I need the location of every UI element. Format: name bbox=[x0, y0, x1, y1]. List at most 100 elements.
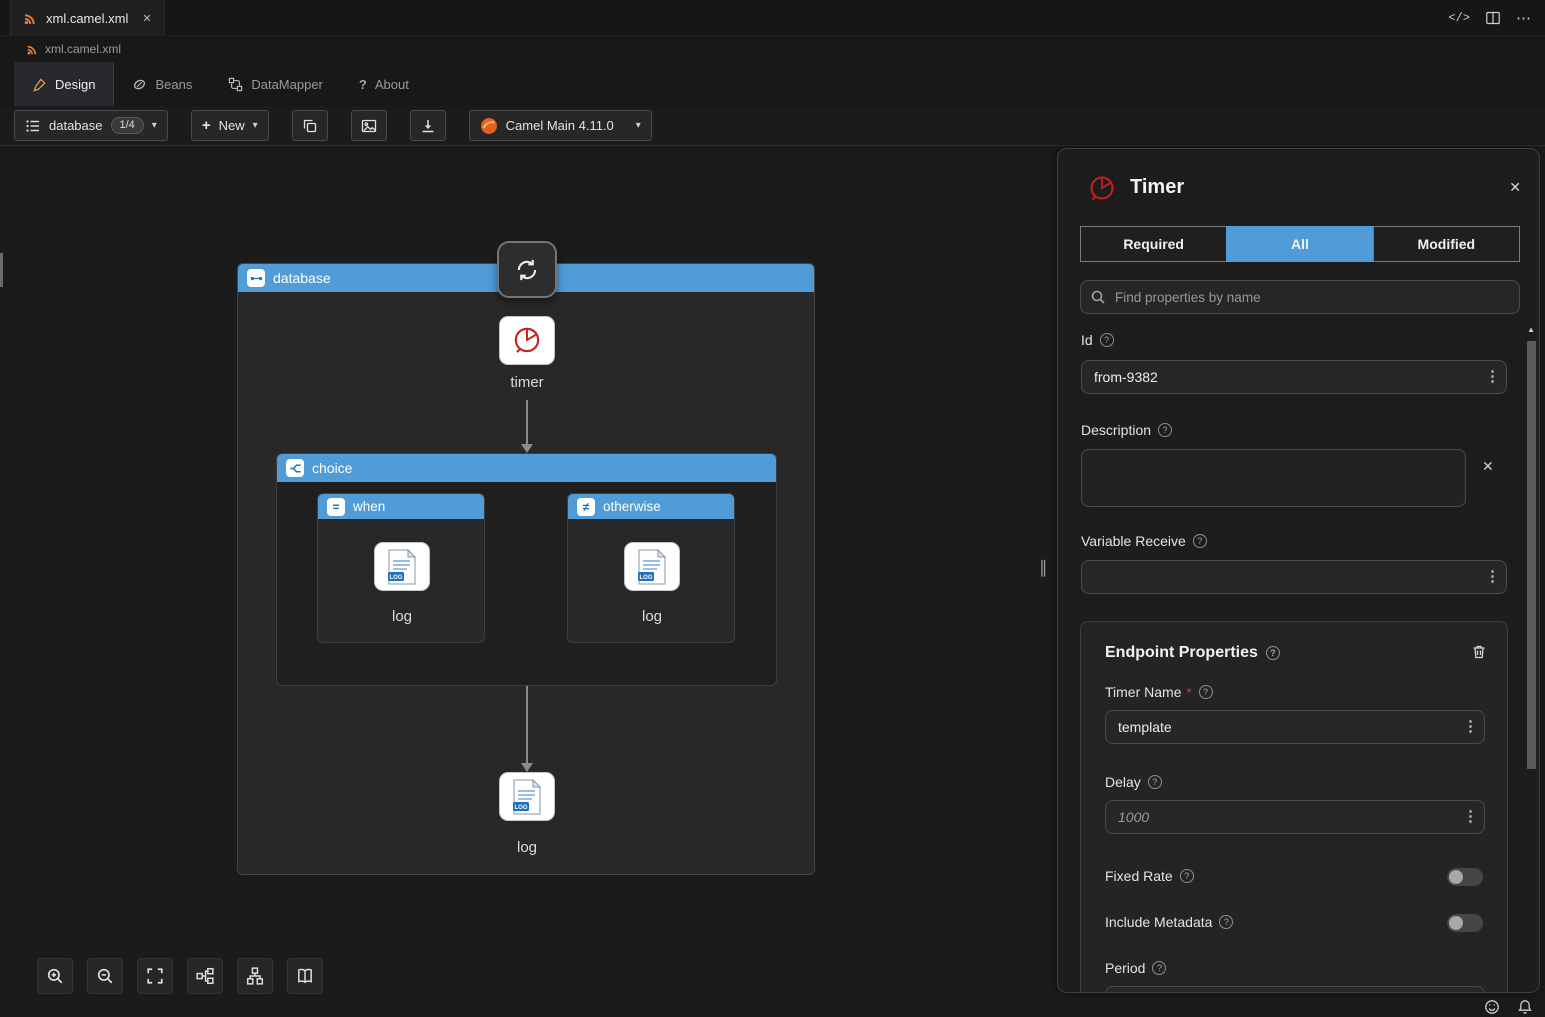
zoom-out-button[interactable] bbox=[87, 958, 123, 994]
group-choice-label: choice bbox=[312, 460, 352, 476]
flow-canvas[interactable]: database timer bbox=[0, 146, 1545, 1017]
property-search-input[interactable] bbox=[1080, 280, 1520, 314]
node-log-otherwise[interactable]: LOG bbox=[624, 542, 680, 591]
help-icon[interactable]: ? bbox=[1100, 333, 1114, 347]
tab-datamapper[interactable]: DataMapper bbox=[210, 62, 341, 106]
fixed-rate-field-label: Fixed Rate ? bbox=[1105, 868, 1194, 884]
variable-receive-input[interactable] bbox=[1081, 560, 1507, 594]
variable-receive-label-text: Variable Receive bbox=[1081, 533, 1186, 549]
horizontal-layout-button[interactable] bbox=[187, 958, 223, 994]
edge-arrowhead bbox=[521, 763, 533, 772]
timer-name-input[interactable] bbox=[1105, 710, 1485, 744]
fit-to-screen-button[interactable] bbox=[137, 958, 173, 994]
image-icon bbox=[361, 118, 377, 134]
otherwise-icon: ≠ bbox=[577, 498, 595, 516]
help-icon[interactable]: ? bbox=[1158, 423, 1172, 437]
fixed-rate-toggle[interactable] bbox=[1447, 868, 1483, 886]
timer-icon bbox=[1086, 173, 1118, 208]
copy-route-button[interactable] bbox=[292, 110, 328, 141]
kebab-menu-icon[interactable]: ⋮ bbox=[1485, 368, 1500, 386]
required-indicator: * bbox=[1187, 685, 1192, 700]
node-log-when[interactable]: LOG bbox=[374, 542, 430, 591]
export-image-button[interactable] bbox=[351, 110, 387, 141]
chevron-down-icon: ▾ bbox=[152, 120, 157, 131]
chevron-down-icon: ▾ bbox=[253, 120, 258, 131]
chevron-down-icon: ▾ bbox=[636, 120, 641, 131]
editor-tab-xml-camel[interactable]: xml.camel.xml ✕ bbox=[10, 0, 165, 36]
catalog-button[interactable] bbox=[287, 958, 323, 994]
flow-selector-button[interactable]: database 1/4 ▾ bbox=[14, 110, 168, 141]
group-otherwise-header[interactable]: ≠ otherwise bbox=[568, 494, 734, 519]
timer-name-field: ⋮ bbox=[1105, 710, 1485, 744]
help-icon[interactable]: ? bbox=[1219, 915, 1233, 929]
canvas-controls bbox=[37, 958, 323, 994]
node-log[interactable]: LOG bbox=[499, 772, 555, 821]
feedback-smiley-icon[interactable] bbox=[1484, 999, 1500, 1015]
endpoint-properties-card: Endpoint Properties ? Timer Name * ? ⋮ D… bbox=[1080, 621, 1508, 993]
tab-beans[interactable]: Beans bbox=[114, 62, 210, 106]
property-filter-tabs: Required All Modified bbox=[1080, 226, 1520, 262]
open-source-code-icon[interactable]: </> bbox=[1448, 11, 1470, 25]
new-flow-button[interactable]: + New ▾ bbox=[191, 110, 269, 141]
split-editor-icon[interactable] bbox=[1485, 10, 1501, 26]
breadcrumb[interactable]: xml.camel.xml bbox=[0, 36, 1545, 62]
clear-description-icon[interactable]: ✕ bbox=[1482, 458, 1494, 475]
help-icon[interactable]: ? bbox=[1180, 869, 1194, 883]
panel-resize-handle[interactable]: ∥ bbox=[1039, 558, 1048, 578]
canvas-toolbar: database 1/4 ▾ + New ▾ Camel Main 4.11.0… bbox=[0, 106, 1545, 146]
group-otherwise-label: otherwise bbox=[603, 499, 661, 514]
delay-input[interactable] bbox=[1105, 800, 1485, 834]
close-panel-icon[interactable]: ✕ bbox=[1509, 179, 1521, 196]
kebab-menu-icon[interactable]: ⋮ bbox=[1485, 568, 1500, 586]
new-flow-label: New bbox=[219, 118, 245, 133]
more-actions-icon[interactable]: ⋯ bbox=[1516, 9, 1531, 27]
description-label-text: Description bbox=[1081, 422, 1151, 438]
tab-design[interactable]: Design bbox=[14, 62, 114, 106]
id-input[interactable] bbox=[1081, 360, 1507, 394]
filter-tab-required[interactable]: Required bbox=[1080, 226, 1227, 262]
editor-tab-title: xml.camel.xml bbox=[46, 11, 128, 26]
description-textarea[interactable] bbox=[1081, 449, 1466, 507]
include-metadata-toggle[interactable] bbox=[1447, 914, 1483, 932]
edge-timer-choice bbox=[526, 400, 528, 444]
camel-file-icon-small bbox=[26, 43, 39, 56]
route-sync-button[interactable] bbox=[497, 241, 557, 298]
about-icon: ? bbox=[359, 77, 367, 92]
breadcrumb-label: xml.camel.xml bbox=[45, 42, 121, 56]
download-button[interactable] bbox=[410, 110, 446, 141]
download-icon bbox=[420, 118, 436, 134]
runtime-selector-button[interactable]: Camel Main 4.11.0 ▾ bbox=[469, 110, 652, 141]
filter-tab-modified[interactable]: Modified bbox=[1373, 226, 1520, 262]
period-label-text: Period bbox=[1105, 960, 1145, 976]
include-metadata-label-text: Include Metadata bbox=[1105, 914, 1212, 930]
trash-icon[interactable] bbox=[1471, 644, 1487, 663]
kebab-menu-icon[interactable]: ⋮ bbox=[1463, 718, 1478, 736]
timer-name-field-label: Timer Name * ? bbox=[1105, 684, 1213, 700]
panel-scrollbar[interactable] bbox=[1527, 341, 1536, 769]
tab-about-label: About bbox=[375, 77, 409, 92]
delay-field-label: Delay ? bbox=[1105, 774, 1162, 790]
help-icon[interactable]: ? bbox=[1152, 961, 1166, 975]
timer-icon bbox=[510, 324, 544, 358]
scroll-up-icon[interactable]: ▲ bbox=[1527, 325, 1535, 334]
notifications-bell-icon[interactable] bbox=[1517, 999, 1533, 1015]
help-icon[interactable]: ? bbox=[1148, 775, 1162, 789]
fixed-rate-label-text: Fixed Rate bbox=[1105, 868, 1173, 884]
variable-receive-field: ⋮ bbox=[1081, 560, 1507, 594]
tab-close-icon[interactable]: ✕ bbox=[142, 12, 151, 25]
help-icon[interactable]: ? bbox=[1199, 685, 1213, 699]
kebab-menu-icon[interactable]: ⋮ bbox=[1463, 808, 1478, 826]
filter-tab-all[interactable]: All bbox=[1226, 226, 1373, 262]
period-field: ⋮ bbox=[1105, 986, 1485, 993]
tab-about[interactable]: ? About bbox=[341, 62, 427, 106]
zoom-in-button[interactable] bbox=[37, 958, 73, 994]
group-choice-header[interactable]: choice bbox=[277, 454, 776, 482]
node-timer[interactable] bbox=[499, 316, 555, 365]
panel-title: Timer bbox=[1130, 176, 1184, 199]
help-icon[interactable]: ? bbox=[1193, 534, 1207, 548]
help-icon[interactable]: ? bbox=[1266, 646, 1280, 660]
group-when-header[interactable]: = when bbox=[318, 494, 484, 519]
vertical-layout-button[interactable] bbox=[237, 958, 273, 994]
period-input[interactable] bbox=[1105, 986, 1485, 993]
left-scroll-indicator bbox=[0, 253, 3, 287]
